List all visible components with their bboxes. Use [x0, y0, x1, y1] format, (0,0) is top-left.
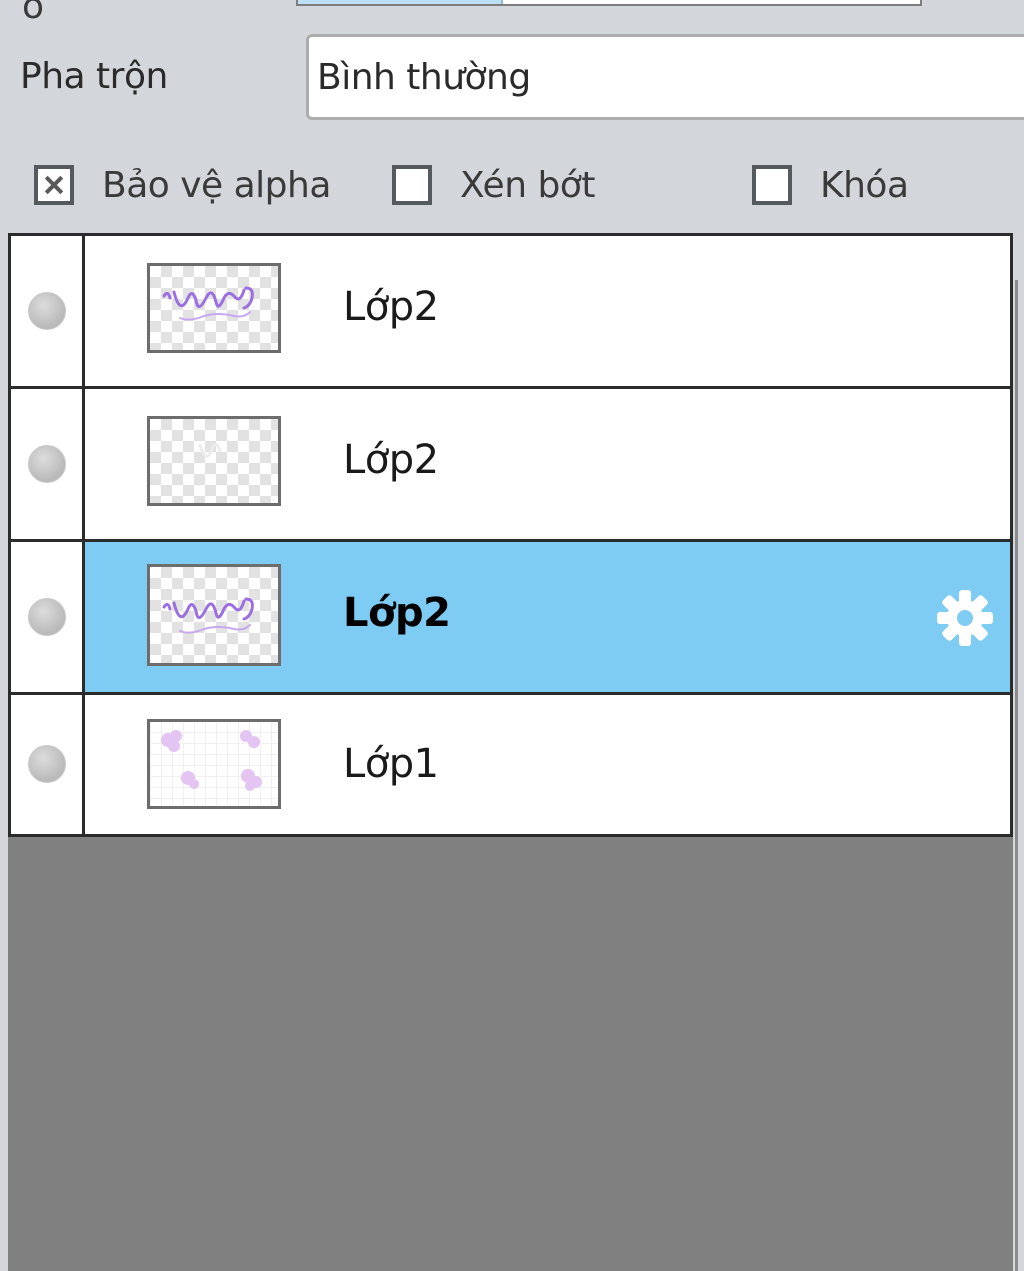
visibility-cell[interactable] [11, 542, 85, 692]
layer-name: Lớp2 [343, 437, 439, 483]
layer-name: Lớp2 [343, 284, 439, 330]
opacity-row: ồ [0, 0, 1024, 27]
layer-row[interactable]: Lớp1 [11, 695, 1010, 834]
script-thumbnail-icon [162, 597, 254, 634]
script-thumbnail-icon [162, 286, 254, 321]
layer-thumbnail [147, 564, 281, 666]
layer-name: Lớp2 [343, 590, 451, 636]
visibility-dot-icon[interactable] [28, 745, 66, 783]
blend-mode-select[interactable]: Bình thường [306, 34, 1024, 120]
clip-label: Xén bớt [460, 164, 595, 206]
scrollbar-track[interactable] [1015, 280, 1018, 1271]
clip-checkbox[interactable] [392, 165, 432, 205]
visibility-cell[interactable] [11, 236, 85, 386]
layer-list: Lớp2 Lớp2 Lớp2 Lớp1 [8, 233, 1013, 837]
opacity-slider-fill [298, 0, 503, 4]
clip-option[interactable]: Xén bớt [392, 160, 595, 210]
visibility-cell[interactable] [11, 389, 85, 539]
layer-thumbnail [147, 263, 281, 353]
visibility-dot-icon[interactable] [28, 292, 66, 330]
layer-thumbnail [147, 719, 281, 809]
visibility-cell[interactable] [11, 695, 85, 834]
opacity-label-fragment: ồ [22, 0, 45, 27]
layer-row-selected[interactable]: Lớp2 [11, 542, 1010, 692]
layer-row-main[interactable]: Lớp2 [85, 236, 1010, 386]
layer-name: Lớp1 [343, 741, 439, 787]
layer-thumbnail [147, 416, 281, 506]
opacity-slider[interactable] [296, 0, 922, 6]
layer-row-main[interactable]: Lớp1 [85, 695, 1010, 834]
layer-row[interactable]: Lớp2 [11, 236, 1010, 386]
lock-option[interactable]: Khóa [752, 160, 909, 210]
layer-list-empty-area [8, 837, 1013, 1271]
layer-row[interactable]: Lớp2 [11, 389, 1010, 539]
faint-thumbnail-icon [198, 443, 222, 458]
visibility-dot-icon[interactable] [28, 598, 66, 636]
layer-row-main[interactable]: Lớp2 [85, 389, 1010, 539]
lock-label: Khóa [820, 164, 909, 206]
flowers-thumbnail-icon [161, 730, 262, 791]
alpha-protect-label: Bảo vệ alpha [102, 164, 331, 206]
alpha-protect-checkbox[interactable] [34, 165, 74, 205]
gear-icon[interactable] [933, 586, 997, 650]
blend-mode-value: Bình thường [317, 57, 531, 98]
layer-row-main[interactable]: Lớp2 [85, 542, 1010, 692]
blend-mode-label: Pha trộn [20, 56, 168, 97]
alpha-protect-option[interactable]: Bảo vệ alpha [34, 160, 331, 210]
lock-checkbox[interactable] [752, 165, 792, 205]
visibility-dot-icon[interactable] [28, 445, 66, 483]
layer-options: Bảo vệ alpha Xén bớt Khóa [0, 150, 1024, 220]
